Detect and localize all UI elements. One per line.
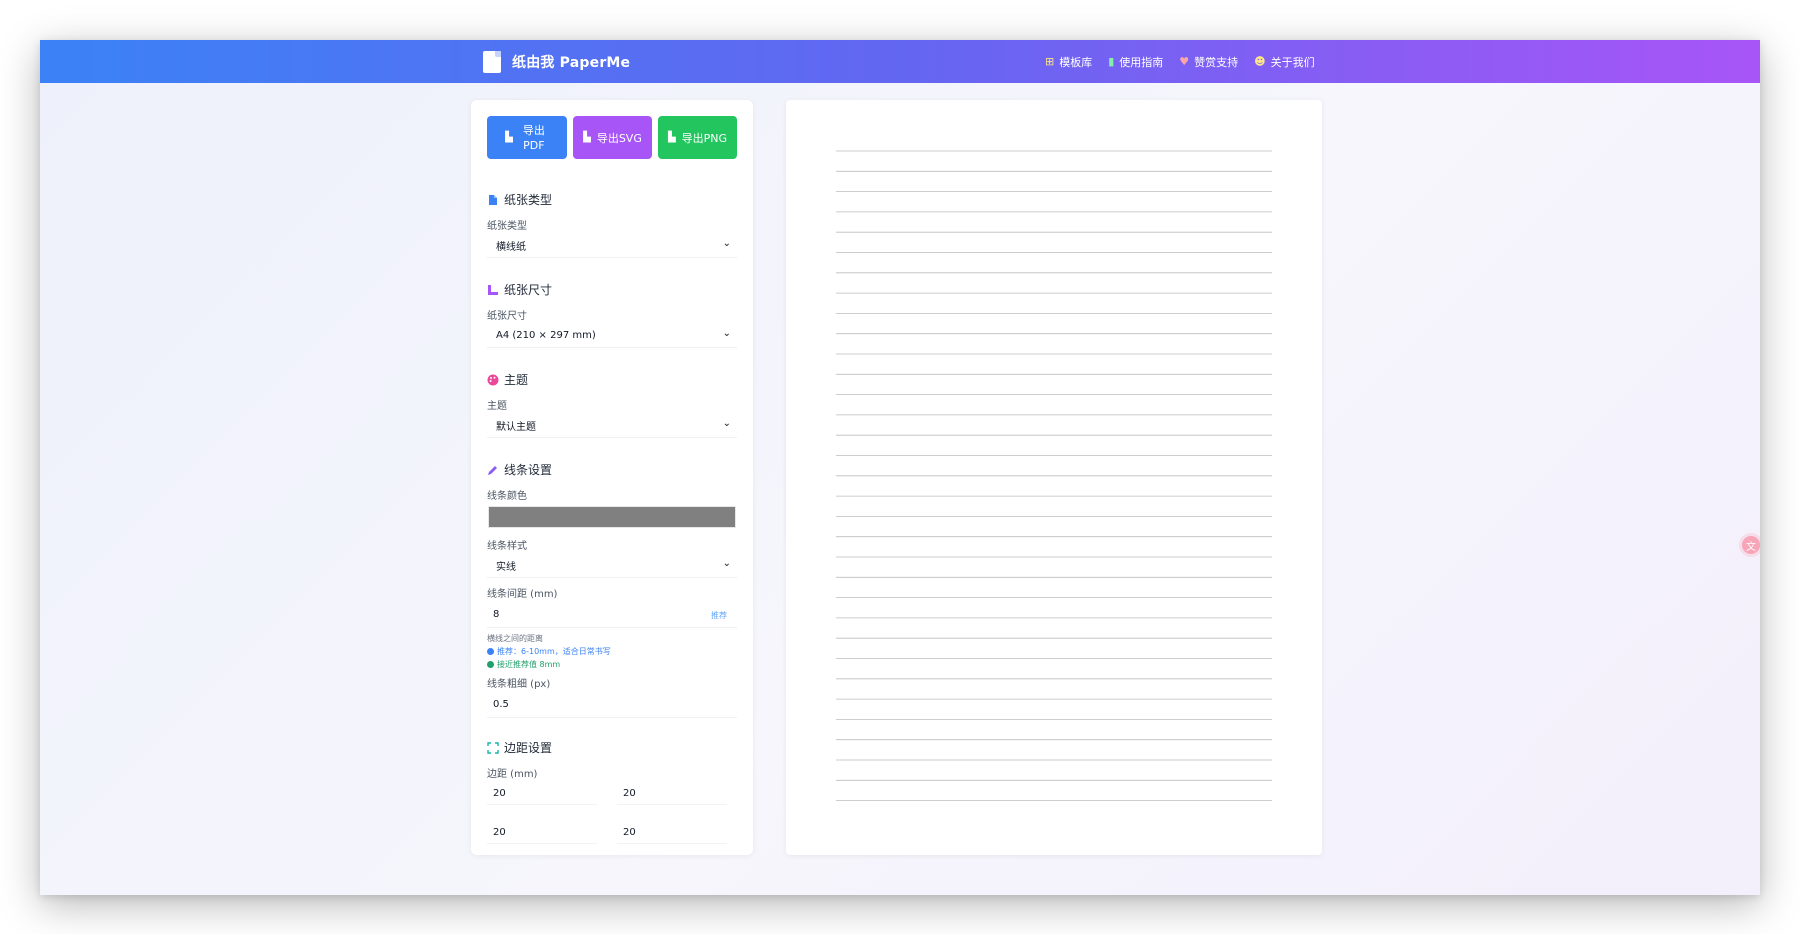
nav-about[interactable]: ☻ 关于我们 (1254, 54, 1314, 70)
file-icon: ▙ (583, 132, 591, 143)
chevron-down-icon: ⌄ (722, 328, 731, 339)
chevron-down-icon: ⌄ (722, 558, 731, 569)
section-theme: 主题 (487, 371, 528, 388)
section-title-text: 线条设置 (504, 463, 553, 477)
margin-label: 边距 (mm) (487, 769, 538, 780)
line-width-label: 线条粗细 (px) (487, 679, 551, 690)
section-margin: 边距设置 (487, 739, 552, 756)
margin-top-input[interactable]: 20 (487, 783, 597, 805)
pin-icon (487, 648, 494, 655)
paper-type-select[interactable]: 横线纸 ⌄ (487, 234, 737, 258)
nav-guide[interactable]: ▮ 使用指南 (1108, 54, 1163, 70)
margin-bottom-input[interactable]: 20 (487, 822, 597, 844)
margin-left-input[interactable]: 20 (617, 822, 727, 844)
nav-templates[interactable]: ⊞ 模板库 (1045, 54, 1092, 70)
button-label: 导出SVG (596, 131, 642, 145)
file-icon: ▙ (505, 132, 513, 143)
check-circle-icon (487, 661, 494, 668)
hint-text: 接近推荐值 8mm (497, 660, 561, 669)
input-value: 20 (493, 827, 506, 838)
ruler-icon (487, 284, 499, 296)
theme-label: 主题 (487, 401, 507, 412)
brand[interactable]: 纸由我 PaperMe (483, 50, 630, 74)
settings-panel: ▙ 导出PDF ▙ 导出SVG ▙ 导出PNG 纸张类型 纸张类型 横线纸 ⌄ (471, 100, 753, 855)
chevron-down-icon: ⌄ (722, 418, 731, 429)
export-pdf-button[interactable]: ▙ 导出PDF (487, 116, 567, 159)
app-window: 纸由我 PaperMe ⊞ 模板库 ▮ 使用指南 ♥ 赞赏支持 ☻ 关于我们 ▙… (40, 40, 1760, 895)
paper-type-label: 纸张类型 (487, 221, 527, 232)
line-spacing-input[interactable]: 8 推荐 (487, 602, 737, 628)
hint-text: 推荐：6-10mm，适合日常书写 (497, 647, 611, 656)
file-icon (487, 194, 499, 206)
section-title-text: 纸张类型 (504, 193, 553, 207)
recommend-tag[interactable]: 推荐 (711, 610, 727, 621)
button-label: 导出PNG (681, 131, 728, 145)
nav-links: ⊞ 模板库 ▮ 使用指南 ♥ 赞赏支持 ☻ 关于我们 (1045, 40, 1331, 83)
input-value: 8 (493, 609, 500, 620)
export-png-button[interactable]: ▙ 导出PNG (658, 116, 737, 159)
paper-preview (786, 100, 1322, 855)
select-value: 默认主题 (496, 422, 536, 433)
top-navbar: 纸由我 PaperMe ⊞ 模板库 ▮ 使用指南 ♥ 赞赏支持 ☻ 关于我们 (40, 40, 1760, 83)
export-buttons: ▙ 导出PDF ▙ 导出SVG ▙ 导出PNG (487, 116, 737, 159)
heart-icon: ♥ (1179, 55, 1190, 68)
export-svg-button[interactable]: ▙ 导出SVG (573, 116, 652, 159)
nav-support[interactable]: ♥ 赞赏支持 (1179, 54, 1238, 70)
paper-size-label: 纸张尺寸 (487, 311, 527, 322)
section-line: 线条设置 (487, 461, 552, 478)
section-paper-type: 纸张类型 (487, 191, 552, 208)
section-title-text: 边距设置 (504, 741, 553, 755)
section-title-text: 主题 (504, 373, 529, 387)
lined-paper-canvas (836, 150, 1272, 801)
spacing-hint: 横线之间的距离 (487, 634, 543, 643)
pencil-icon (487, 464, 499, 476)
select-value: 实线 (496, 562, 516, 573)
spacing-recommend-hint: 推荐：6-10mm，适合日常书写 (487, 646, 611, 657)
paper-size-select[interactable]: A4 (210 × 297 mm) ⌄ (487, 324, 737, 348)
line-width-input[interactable]: 0.5 (487, 692, 737, 718)
line-color-label: 线条颜色 (487, 491, 527, 502)
select-value: 横线纸 (496, 242, 526, 253)
chevron-down-icon: ⌄ (722, 238, 731, 249)
book-icon: ▮ (1108, 55, 1115, 68)
users-icon: ☻ (1254, 55, 1266, 68)
brand-title: 纸由我 PaperMe (512, 55, 631, 71)
expand-icon (487, 741, 499, 754)
document-icon (483, 51, 501, 73)
line-style-label: 线条样式 (487, 541, 527, 552)
grid-icon: ⊞ (1045, 55, 1055, 68)
line-color-picker[interactable] (488, 506, 736, 528)
nav-label: 使用指南 (1119, 55, 1164, 69)
nav-label: 关于我们 (1270, 55, 1315, 69)
button-label: 导出PDF (522, 123, 545, 152)
select-value: A4 (210 × 297 mm) (496, 330, 596, 341)
palette-icon (487, 374, 499, 386)
theme-select[interactable]: 默认主题 ⌄ (487, 414, 737, 438)
section-title-text: 纸张尺寸 (504, 283, 553, 297)
translate-icon[interactable]: 文 (1742, 536, 1760, 554)
margin-right-input[interactable]: 20 (617, 783, 727, 805)
spacing-ok-hint: 接近推荐值 8mm (487, 659, 560, 670)
input-value: 0.5 (493, 699, 509, 710)
input-value: 20 (623, 827, 636, 838)
input-value: 20 (623, 788, 636, 799)
nav-label: 模板库 (1059, 55, 1093, 69)
file-icon: ▙ (667, 132, 676, 143)
nav-label: 赞赏支持 (1194, 55, 1239, 69)
section-paper-size: 纸张尺寸 (487, 281, 552, 298)
line-style-select[interactable]: 实线 ⌄ (487, 554, 737, 578)
line-spacing-label: 线条间距 (mm) (487, 589, 558, 600)
input-value: 20 (493, 788, 506, 799)
